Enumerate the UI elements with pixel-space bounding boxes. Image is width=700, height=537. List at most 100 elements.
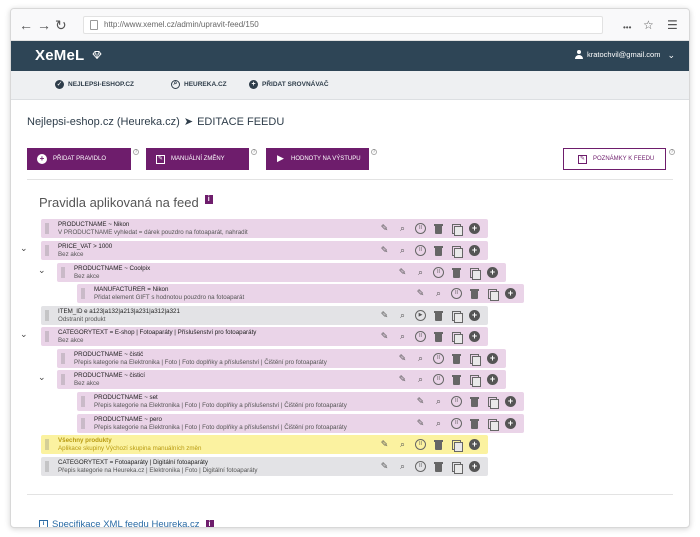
copy-icon[interactable]	[451, 461, 463, 474]
rule-row[interactable]: CATEGORYTEXT = E-shop | Fotoaparáty | Př…	[41, 327, 488, 346]
edit-icon[interactable]: ✎	[415, 396, 426, 407]
add-subrule-icon[interactable]: +	[487, 353, 498, 364]
pause-icon[interactable]: II	[415, 461, 426, 472]
search-icon[interactable]: ⌕	[433, 288, 444, 299]
rule-row[interactable]: Všechny produkty Aplikace skupiny Výchozí…	[41, 435, 488, 454]
copy-icon[interactable]	[487, 396, 499, 409]
rule-row[interactable]: MANUFACTURER = Nikon Přidat element GIFT …	[77, 284, 524, 303]
copy-icon[interactable]	[451, 245, 463, 258]
trash-icon[interactable]	[451, 374, 462, 385]
breadcrumb-feed[interactable]: Nejlepsi-eshop.cz (Heureka.cz)	[27, 116, 180, 128]
help-icon[interactable]: ?	[669, 149, 675, 155]
search-icon[interactable]: ⌕	[397, 331, 408, 342]
page-actions-icon[interactable]: •••	[623, 20, 631, 36]
trash-icon[interactable]	[433, 310, 444, 321]
drag-handle-icon[interactable]	[61, 267, 65, 278]
add-subrule-icon[interactable]: +	[469, 461, 480, 472]
trash-icon[interactable]	[433, 245, 444, 256]
edit-icon[interactable]: ✎	[379, 310, 390, 321]
copy-icon[interactable]	[487, 288, 499, 301]
manual-changes-button[interactable]: ✎ MANUÁLNÍ ZMĚNY	[146, 148, 249, 170]
reload-icon[interactable]: ↻	[55, 17, 67, 33]
trash-icon[interactable]	[469, 288, 480, 299]
pause-icon[interactable]: II	[451, 396, 462, 407]
play-icon[interactable]: ▶	[415, 310, 426, 321]
rule-row[interactable]: PRODUCTNAME ~ čisticí Bez akce ✎ ⌕ II +	[57, 370, 506, 389]
pause-icon[interactable]: II	[415, 439, 426, 450]
add-subrule-icon[interactable]: +	[469, 310, 480, 321]
bookmark-star-icon[interactable]: ☆	[643, 17, 654, 33]
trash-icon[interactable]	[469, 396, 480, 407]
logo[interactable]: XeMeL	[35, 47, 84, 64]
rule-row[interactable]: PRICE_VAT > 1000 Bez akce ✎ ⌕ II +	[41, 241, 488, 260]
add-subrule-icon[interactable]: +	[505, 288, 516, 299]
search-icon[interactable]: ⌕	[433, 396, 444, 407]
output-values-button[interactable]: ▶ HODNOTY NA VÝSTUPU	[266, 148, 369, 170]
search-icon[interactable]: ⌕	[397, 245, 408, 256]
address-bar[interactable]: http://www.xemel.cz/admin/upravit-feed/1…	[83, 16, 603, 34]
collapse-chevron-icon[interactable]: ⌄	[20, 243, 28, 254]
add-rule-button[interactable]: + PŘIDAT PRAVIDLO	[27, 148, 131, 170]
edit-icon[interactable]: ✎	[379, 439, 390, 450]
rule-row[interactable]: PRODUCTNAME ~ čistič Přepis kategorie na …	[57, 349, 506, 368]
search-icon[interactable]: ⌕	[415, 353, 426, 364]
drag-handle-icon[interactable]	[81, 288, 85, 299]
edit-icon[interactable]: ✎	[397, 267, 408, 278]
xml-spec-link[interactable]: i Specifikace XML feedu Heureka.cz i	[39, 519, 214, 527]
copy-icon[interactable]	[469, 353, 481, 366]
pause-icon[interactable]: II	[433, 374, 444, 385]
search-icon[interactable]: ⌕	[397, 223, 408, 234]
pause-icon[interactable]: II	[415, 331, 426, 342]
add-subrule-icon[interactable]: +	[505, 396, 516, 407]
rule-row[interactable]: PRODUCTNAME ~ set Přepis kategorie na Ele…	[77, 392, 524, 411]
copy-icon[interactable]	[451, 223, 463, 236]
rule-row[interactable]: ITEM_ID e a123|a132|a213|a231|a312|a321 O…	[41, 306, 488, 325]
collapse-chevron-icon[interactable]: ⌄	[20, 329, 28, 340]
help-icon[interactable]: ?	[251, 149, 257, 155]
drag-handle-icon[interactable]	[45, 310, 49, 321]
rule-row[interactable]: PRODUCTNAME ~ Nikon V PRODUCTNAME vyhleda…	[41, 219, 488, 238]
search-icon[interactable]: ⌕	[397, 310, 408, 321]
rule-row[interactable]: PRODUCTNAME ~ pero Přepis kategorie na El…	[77, 414, 524, 433]
pause-icon[interactable]: II	[451, 288, 462, 299]
search-icon[interactable]: ⌕	[397, 439, 408, 450]
info-icon[interactable]: i	[204, 195, 213, 204]
add-subrule-icon[interactable]: +	[487, 374, 498, 385]
info-icon[interactable]: i	[205, 520, 214, 527]
add-subrule-icon[interactable]: +	[469, 245, 480, 256]
tab-add-comparator[interactable]: + PŘIDAT SROVNÁVAČ	[249, 80, 329, 89]
trash-icon[interactable]	[433, 223, 444, 234]
edit-icon[interactable]: ✎	[379, 461, 390, 472]
edit-icon[interactable]: ✎	[397, 374, 408, 385]
trash-icon[interactable]	[433, 439, 444, 450]
tab-heureka[interactable]: ⌕ HEUREKA.CZ	[171, 80, 227, 89]
copy-icon[interactable]	[451, 439, 463, 452]
feed-notes-button[interactable]: ✎ POZNÁMKY K FEEDU	[563, 148, 666, 170]
add-subrule-icon[interactable]: +	[469, 331, 480, 342]
copy-icon[interactable]	[469, 267, 481, 280]
pause-icon[interactable]: II	[415, 245, 426, 256]
user-menu[interactable]: kratochvil@gmail.com ⌄	[574, 50, 675, 59]
edit-icon[interactable]: ✎	[415, 418, 426, 429]
drag-handle-icon[interactable]	[61, 374, 65, 385]
trash-icon[interactable]	[451, 353, 462, 364]
rule-row[interactable]: PRODUCTNAME ~ Coolpix Bez akce ✎ ⌕ II +	[57, 263, 506, 282]
browser-menu-icon[interactable]: ☰	[667, 17, 678, 33]
trash-icon[interactable]	[451, 267, 462, 278]
drag-handle-icon[interactable]	[81, 418, 85, 429]
drag-handle-icon[interactable]	[45, 439, 49, 450]
edit-icon[interactable]: ✎	[397, 353, 408, 364]
trash-icon[interactable]	[433, 461, 444, 472]
rule-row[interactable]: CATEGORYTEXT = Fotoaparáty | Digitální f…	[41, 457, 488, 476]
edit-icon[interactable]: ✎	[379, 245, 390, 256]
edit-icon[interactable]: ✎	[379, 331, 390, 342]
drag-handle-icon[interactable]	[45, 245, 49, 256]
drag-handle-icon[interactable]	[45, 223, 49, 234]
help-icon[interactable]: ?	[133, 149, 139, 155]
pause-icon[interactable]: II	[451, 418, 462, 429]
pause-icon[interactable]: II	[415, 223, 426, 234]
collapse-chevron-icon[interactable]: ⌄	[38, 265, 46, 276]
copy-icon[interactable]	[469, 374, 481, 387]
trash-icon[interactable]	[433, 331, 444, 342]
search-icon[interactable]: ⌕	[415, 374, 426, 385]
